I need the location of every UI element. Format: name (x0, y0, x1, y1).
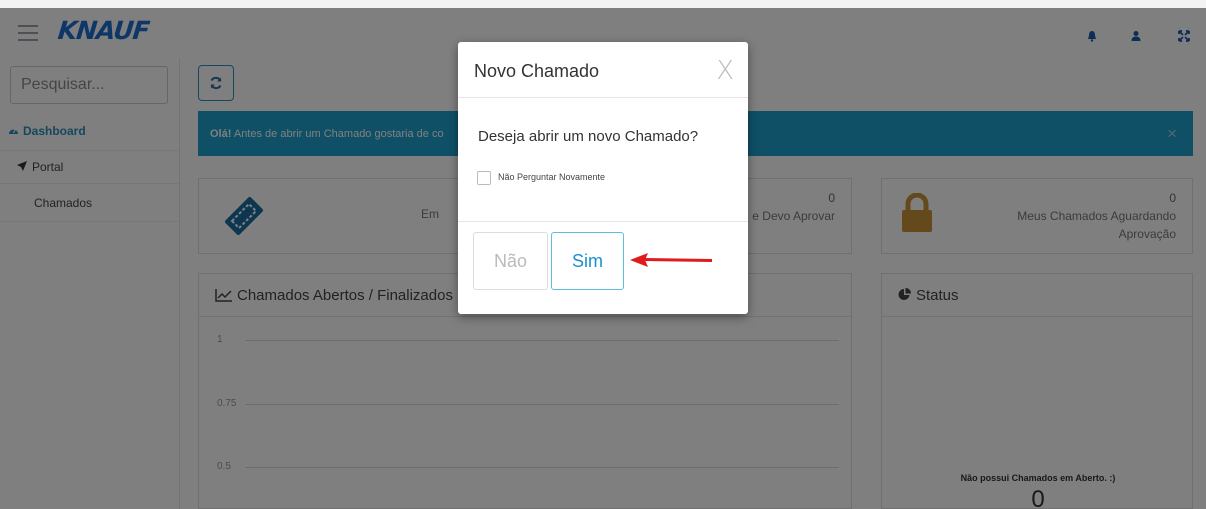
modal-body: Deseja abrir um novo Chamado? Não Pergun… (458, 98, 748, 222)
yes-button[interactable]: Sim (551, 232, 624, 290)
dont-ask-again-label[interactable]: Não Perguntar Novamente (498, 172, 605, 182)
modal-close-button[interactable]: X (716, 56, 734, 86)
no-button[interactable]: Não (473, 232, 548, 290)
top-strip (0, 0, 1206, 8)
modal-title: Novo Chamado (474, 61, 600, 81)
red-arrow-annotation (630, 253, 713, 267)
novo-chamado-modal: Novo Chamado X Deseja abrir um novo Cham… (458, 42, 748, 314)
dont-ask-again-checkbox[interactable] (477, 171, 491, 185)
modal-header: Novo Chamado X (458, 42, 748, 98)
modal-question: Deseja abrir um novo Chamado? (478, 128, 699, 145)
